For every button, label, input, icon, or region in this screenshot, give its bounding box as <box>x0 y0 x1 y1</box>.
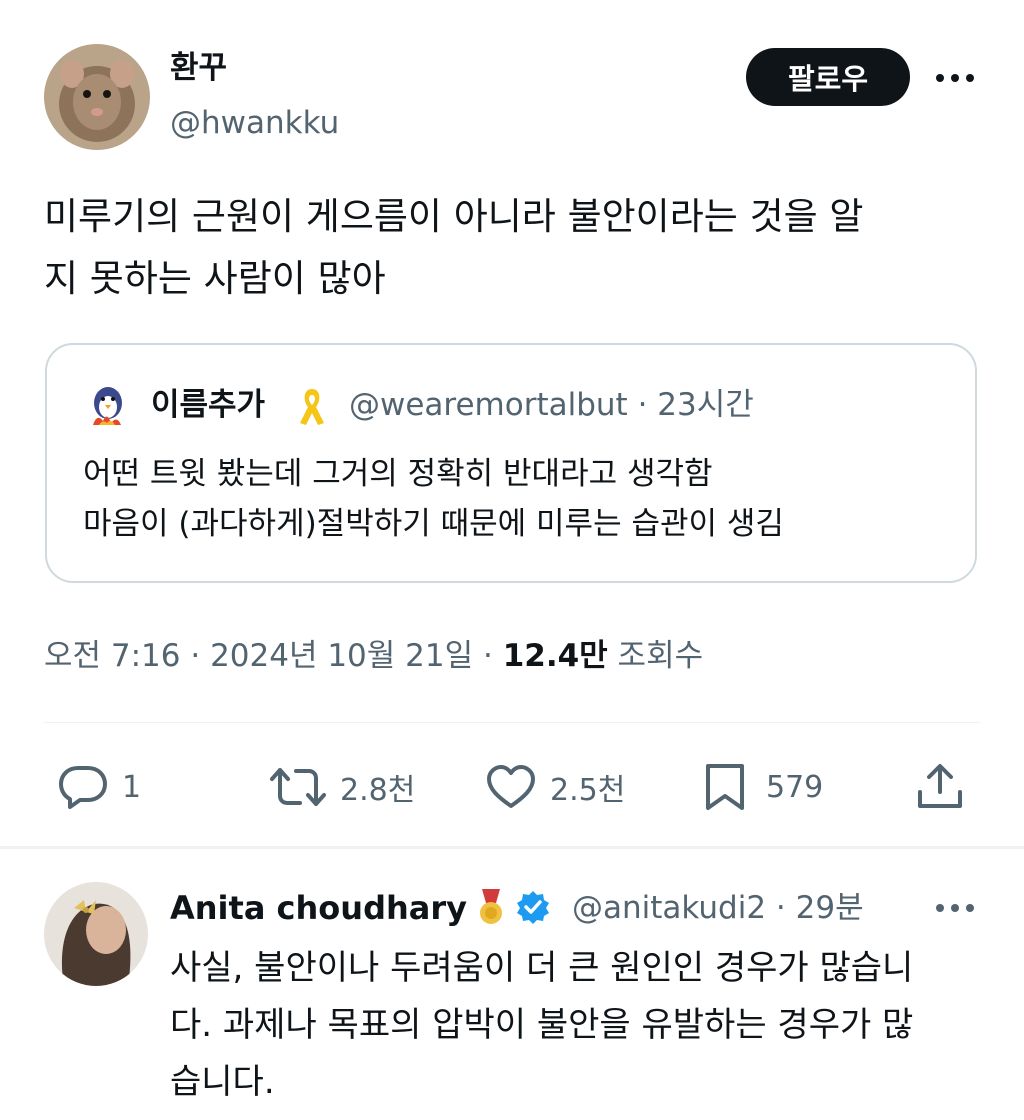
bookmark-icon <box>706 764 744 810</box>
retweet-icon <box>270 768 326 806</box>
tweet-metadata: 오전 7:16 · 2024년 10월 21일 · 12.4만 조회수 <box>44 634 703 678</box>
reply-author-avatar[interactable] <box>44 882 148 986</box>
retweet-count: 2.8천 <box>340 773 416 808</box>
medal-icon <box>480 889 503 924</box>
author-handle[interactable]: @hwankku <box>170 103 339 143</box>
reply-icon <box>59 766 107 809</box>
reply-display-name[interactable]: Anita choudhary <box>170 889 467 927</box>
like-count: 2.5천 <box>550 773 626 808</box>
reply-author-name[interactable]: Anita choudhary <box>170 886 551 930</box>
views-count: 12.4만 <box>502 638 608 674</box>
reply-separator <box>0 846 1024 849</box>
quote-handle-time[interactable]: @wearemortalbut · 23시간 <box>349 383 754 427</box>
verified-badge-icon <box>517 891 550 924</box>
quoted-tweet-card[interactable]: 이름추가 @wearemortalbut · 23시간 어떤 트윗 봤는데 그거… <box>45 343 977 583</box>
quote-avatar[interactable] <box>83 381 133 431</box>
reply-text: 사실, 불안이나 두려움이 더 큰 원인인 경우가 많습니 다. 과제나 목표의… <box>170 948 914 1102</box>
reply-more-icon[interactable] <box>932 888 978 928</box>
quote-display-name[interactable]: 이름추가 <box>151 383 265 427</box>
like-icon <box>487 765 535 808</box>
retweet-button[interactable]: 2.8천 <box>270 764 415 810</box>
more-icon[interactable] <box>932 58 978 98</box>
quote-text: 어떤 트윗 봤는데 그거의 정확히 반대라고 생각함 마음이 (과다하게)절박하… <box>83 456 784 542</box>
reply-button[interactable]: 1 <box>58 764 141 810</box>
bookmark-count: 579 <box>766 769 824 805</box>
like-button[interactable]: 2.5천 <box>486 764 625 810</box>
author-display-name[interactable]: 환꾸 <box>170 48 227 88</box>
divider <box>44 722 980 723</box>
follow-button[interactable]: 팔로우 <box>746 48 910 106</box>
bookmark-button[interactable]: 579 <box>704 762 823 812</box>
share-icon <box>918 764 962 808</box>
reply-count: 1 <box>122 769 142 805</box>
reply-handle-time[interactable]: @anitakudi2 · 29분 <box>572 886 864 930</box>
tweet-timestamp[interactable]: 오전 7:16 · 2024년 10월 21일 · <box>44 638 503 674</box>
tweet-text: 미루기의 근원이 게으름이 아니라 불안이라는 것을 알 지 못하는 사람이 많… <box>44 195 864 300</box>
author-avatar[interactable] <box>44 44 150 150</box>
share-button[interactable] <box>916 762 964 812</box>
yellow-ribbon-icon <box>297 385 327 429</box>
views-label: 조회수 <box>607 638 704 674</box>
